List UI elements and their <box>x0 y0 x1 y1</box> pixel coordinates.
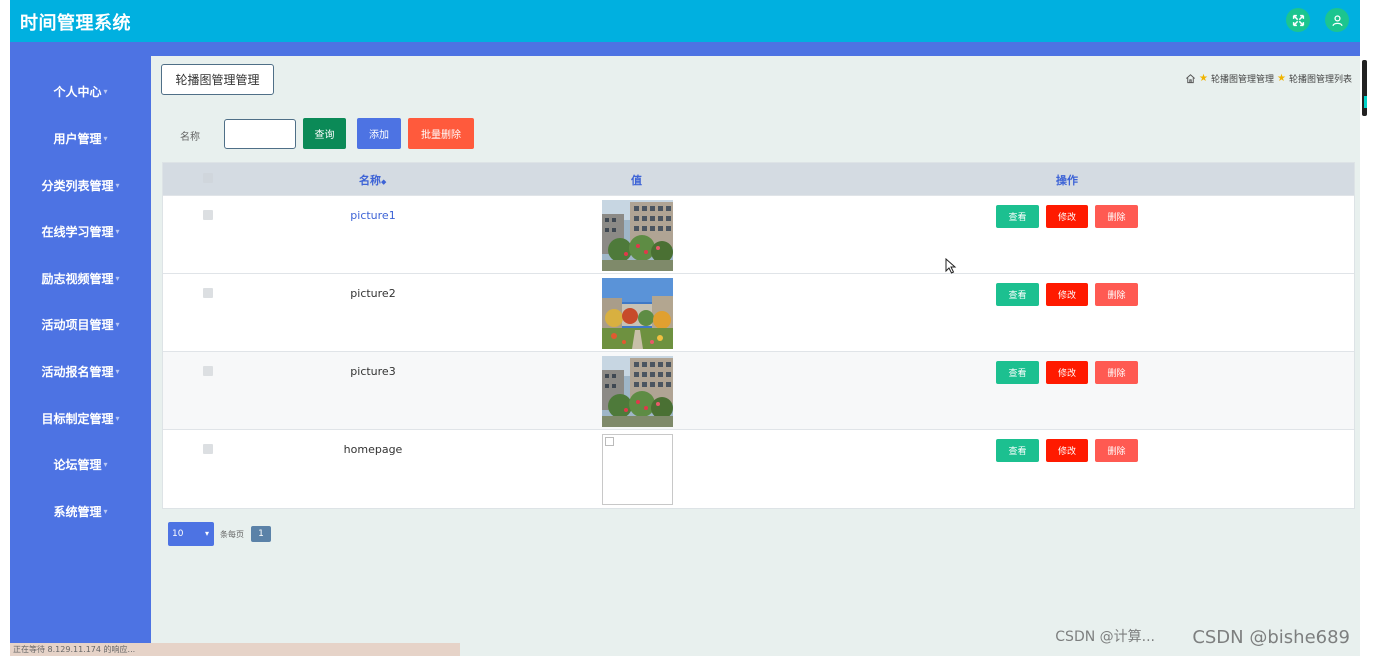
chevron-down-icon: ▾ <box>115 226 120 236</box>
add-button[interactable]: 添加 <box>357 118 401 149</box>
row-image-thumbnail <box>602 200 673 271</box>
sidebar-item-system[interactable]: 系统管理 ▾ <box>10 496 151 526</box>
column-header-name[interactable]: 名称◆ <box>359 172 386 188</box>
sidebar-item-users[interactable]: 用户管理 ▾ <box>10 123 151 153</box>
home-icon[interactable] <box>1185 73 1196 84</box>
delete-button[interactable]: 删除 <box>1095 283 1138 306</box>
scrollbar-thumb[interactable] <box>1364 96 1367 108</box>
column-header-actions: 操作 <box>1056 174 1078 187</box>
data-table: 名称◆ 值 操作 picture1 查看 修改 删除 picture2 查看 修… <box>162 162 1355 509</box>
watermark-secondary: CSDN @计算... <box>1055 629 1155 645</box>
chevron-down-icon: ▾ <box>115 180 120 190</box>
main-content: 轮播图管理管理 ★ 轮播图管理管理 ★ 轮播图管理列表 名称 查询 添加 批量删… <box>151 56 1360 656</box>
breadcrumb-item[interactable]: 轮播图管理管理 <box>1211 72 1274 85</box>
row-image-thumbnail <box>602 278 673 349</box>
per-page-label: 条每页 <box>220 530 244 539</box>
row-checkbox[interactable] <box>203 210 213 220</box>
sidebar-item-categories[interactable]: 分类列表管理 ▾ <box>10 170 151 200</box>
sidebar-item-activities[interactable]: 活动项目管理 ▾ <box>10 309 151 339</box>
query-button[interactable]: 查询 <box>303 118 346 149</box>
sort-icon[interactable]: ◆ <box>381 178 386 186</box>
row-checkbox[interactable] <box>203 444 213 454</box>
edit-button[interactable]: 修改 <box>1046 439 1088 462</box>
sidebar-item-forum[interactable]: 论坛管理 ▾ <box>10 449 151 479</box>
chevron-down-icon: ▾ <box>115 273 120 283</box>
delete-button[interactable]: 删除 <box>1095 439 1138 462</box>
star-icon: ★ <box>1277 73 1286 84</box>
chevron-down-icon: ▾ <box>103 86 108 96</box>
app-window: 时间管理系统 个人中心 ▾ 用户管理 ▾ 分类列表管理 ▾ 在线学习管理 ▾ 励志视频管… <box>10 0 1360 656</box>
row-name[interactable]: picture3 <box>313 365 433 378</box>
broken-image-icon <box>602 434 673 505</box>
sidebar-item-registrations[interactable]: 活动报名管理 ▾ <box>10 356 151 386</box>
chevron-down-icon: ▾ <box>115 366 120 376</box>
fullscreen-icon[interactable] <box>1286 8 1310 32</box>
breadcrumb: ★ 轮播图管理管理 ★ 轮播图管理列表 <box>1185 72 1352 85</box>
table-row: picture3 查看 修改 删除 <box>163 351 1354 429</box>
row-name[interactable]: picture1 <box>313 209 433 222</box>
garden-image <box>602 278 673 349</box>
app-title: 时间管理系统 <box>20 13 131 34</box>
chevron-down-icon: ▾ <box>103 459 108 469</box>
watermark: CSDN @bishe689 <box>1192 627 1350 648</box>
sidebar-item-personal-center[interactable]: 个人中心 ▾ <box>10 76 151 106</box>
sidebar-item-goals[interactable]: 目标制定管理 ▾ <box>10 403 151 433</box>
page-size-select[interactable]: 10 ▾ <box>168 522 214 546</box>
page-title: 轮播图管理管理 <box>161 64 274 95</box>
sidebar: 个人中心 ▾ 用户管理 ▾ 分类列表管理 ▾ 在线学习管理 ▾ 励志视频管理 ▾ 活动项目… <box>10 56 151 656</box>
batch-delete-button[interactable]: 批量删除 <box>408 118 474 149</box>
browser-status-bar: 正在等待 8.129.11.174 的响应... <box>10 643 460 656</box>
view-button[interactable]: 查看 <box>996 361 1039 384</box>
page-number-current[interactable]: 1 <box>251 526 271 542</box>
view-button[interactable]: 查看 <box>996 283 1039 306</box>
row-checkbox[interactable] <box>203 288 213 298</box>
row-name[interactable]: homepage <box>313 443 433 456</box>
edit-button[interactable]: 修改 <box>1046 283 1088 306</box>
chevron-down-icon: ▾ <box>115 319 120 329</box>
sidebar-item-videos[interactable]: 励志视频管理 ▾ <box>10 263 151 293</box>
search-input[interactable] <box>224 119 296 149</box>
header-strip <box>10 42 1360 56</box>
mouse-cursor-icon <box>945 257 957 274</box>
search-label: 名称 <box>180 132 200 143</box>
row-image-thumbnail <box>602 356 673 427</box>
star-icon: ★ <box>1199 73 1208 84</box>
table-row: homepage 查看 修改 删除 <box>163 429 1354 507</box>
chevron-down-icon: ▾ <box>103 133 108 143</box>
row-name[interactable]: picture2 <box>313 287 433 300</box>
chevron-down-icon: ▾ <box>115 413 120 423</box>
top-bar: 时间管理系统 <box>10 0 1360 42</box>
delete-button[interactable]: 删除 <box>1095 205 1138 228</box>
chevron-down-icon: ▾ <box>103 506 108 516</box>
edit-button[interactable]: 修改 <box>1046 361 1088 384</box>
building-image <box>602 356 673 427</box>
breadcrumb-item-current: 轮播图管理列表 <box>1288 75 1352 85</box>
sidebar-item-online-learning[interactable]: 在线学习管理 ▾ <box>10 216 151 246</box>
view-button[interactable]: 查看 <box>996 205 1039 228</box>
user-icon[interactable] <box>1325 8 1349 32</box>
chevron-down-icon: ▾ <box>204 529 209 538</box>
building-image <box>602 200 673 271</box>
row-checkbox[interactable] <box>203 366 213 376</box>
column-header-value: 值 <box>631 174 642 187</box>
delete-button[interactable]: 删除 <box>1095 361 1138 384</box>
select-all-checkbox[interactable] <box>203 173 213 183</box>
table-row: picture2 查看 修改 删除 <box>163 273 1354 351</box>
table-row: picture1 查看 修改 删除 <box>163 195 1354 273</box>
view-button[interactable]: 查看 <box>996 439 1039 462</box>
table-header: 名称◆ 值 操作 <box>163 163 1354 195</box>
edit-button[interactable]: 修改 <box>1046 205 1088 228</box>
